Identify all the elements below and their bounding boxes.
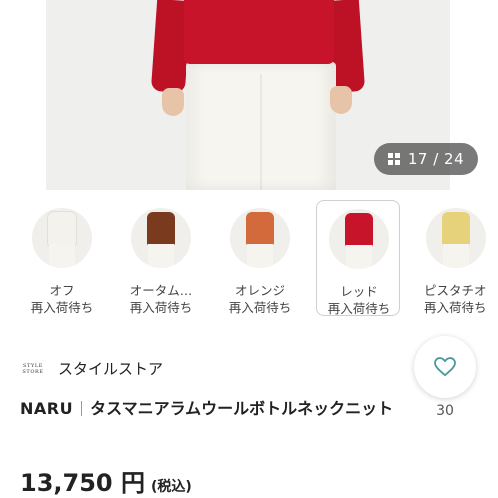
favorite-count: 30 [436,403,454,419]
hand-left [162,88,184,116]
store-name-link[interactable]: スタイルストア [58,358,163,379]
tax-label: (税込) [150,479,192,495]
swatch-thumbnail [426,208,486,268]
brand-name[interactable]: NARU [20,399,73,418]
pants-crease [260,74,262,190]
swatch-thumbnail [131,208,191,268]
sweater-body [184,0,334,64]
store-logo[interactable]: STYLE STORE [20,363,46,375]
color-swatch-orange[interactable]: オレンジ 再入荷待ち [218,200,302,316]
product-title: NARU タスマニアラムウールボトルネックニット [20,396,400,422]
color-swatch-off[interactable]: オフ 再入荷待ち [20,200,104,316]
swatch-thumbnail [329,209,389,269]
swatch-status: 再入荷待ち [424,300,487,315]
swatch-status: 再入荷待ち [129,300,193,315]
product-price: 13,750 円 (税込) [20,463,192,498]
swatch-thumbnail [230,208,290,268]
title-divider [81,401,83,416]
swatch-status: 再入荷待ち [228,300,292,315]
heart-outline-icon [434,357,456,377]
hand-right [330,86,352,114]
price-value: 13,750 円 [20,469,145,497]
favorite-button[interactable] [414,336,476,398]
product-name: タスマニアラムウールボトルネックニット [90,399,394,418]
swatch-status: 再入荷待ち [327,301,391,316]
grid-icon [387,153,400,165]
color-swatch-pistachio[interactable]: ピスタチオ 再入荷待ち [414,200,498,316]
swatch-status: 再入荷待ち [30,300,94,315]
color-swatch-autumn[interactable]: オータム… 再入荷待ち [119,200,203,316]
image-counter-text: 17 / 24 [407,150,465,168]
color-swatch-red[interactable]: レッド 再入荷待ち [316,200,400,316]
color-swatch-list: オフ 再入荷待ち オータム… 再入荷待ち オレンジ 再入荷待ち レッド 再入荷待… [0,200,498,320]
product-image-gallery[interactable]: 17 / 24 [0,0,498,190]
image-counter[interactable]: 17 / 24 [374,143,478,175]
swatch-thumbnail [32,208,92,268]
